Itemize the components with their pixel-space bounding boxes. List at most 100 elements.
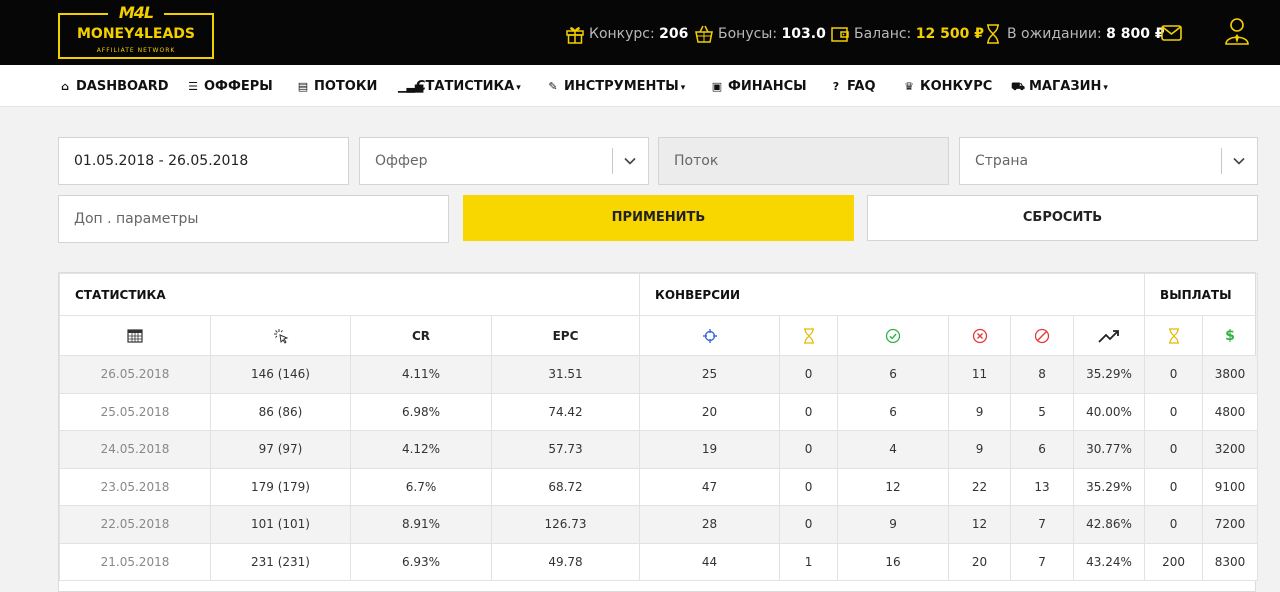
table-row[interactable]: 22.05.2018 101 (101) 8.91% 126.73 28 0 9 12 7 42.… bbox=[59, 505, 1259, 544]
cell-pending: 0 bbox=[779, 430, 839, 469]
column-payout-pending[interactable] bbox=[1144, 315, 1204, 356]
nav-item-label: ФИНАНСЫ bbox=[728, 79, 807, 94]
statistics-table-body: 26.05.2018 146 (146) 4.11% 31.51 25 0 6 11 8 35.2… bbox=[59, 355, 1259, 581]
nav-item-label: ИНСТРУМЕНТЫ bbox=[564, 79, 679, 94]
nav-item-label: КОНКУРС bbox=[920, 79, 993, 94]
column-clicks[interactable] bbox=[210, 315, 351, 356]
group-header-conversions: КОНВЕРСИИ bbox=[639, 273, 1146, 316]
cell-payout-total: 9100 bbox=[1202, 467, 1259, 506]
home-icon: ⌂ bbox=[61, 80, 69, 93]
cell-rejected: 11 bbox=[948, 355, 1012, 394]
column-cr[interactable]: CR bbox=[350, 315, 492, 356]
x-circle-icon bbox=[972, 328, 987, 343]
cell-clicks: 146 (146) bbox=[210, 355, 351, 394]
cell-date: 22.05.2018 bbox=[59, 505, 211, 544]
cell-total: 44 bbox=[639, 542, 781, 581]
click-icon bbox=[273, 328, 288, 344]
header-stat-value: 206 bbox=[659, 26, 689, 42]
table-row[interactable]: 25.05.2018 86 (86) 6.98% 74.42 20 0 6 9 5 40.00% 0… bbox=[59, 392, 1259, 431]
cell-payout-pending: 0 bbox=[1144, 355, 1204, 394]
reset-button[interactable]: СБРОСИТЬ bbox=[867, 195, 1258, 241]
column-approved[interactable] bbox=[837, 315, 950, 356]
nav-item-streams[interactable]: ▤ ПОТОКИ bbox=[296, 79, 378, 95]
nav-item-faq[interactable]: ? FAQ bbox=[829, 79, 876, 95]
wrench-icon: ✎ bbox=[548, 80, 558, 93]
nav-item-label: DASHBOARD bbox=[76, 79, 169, 94]
trend-up-icon bbox=[1098, 329, 1119, 343]
cell-epc: 74.42 bbox=[490, 392, 641, 431]
cell-trash: 8 bbox=[1010, 355, 1075, 394]
column-date[interactable] bbox=[59, 315, 211, 356]
stream-select[interactable]: Поток bbox=[658, 137, 949, 185]
cell-approve-rate: 40.00% bbox=[1073, 392, 1146, 431]
brand-logo[interactable]: M4L MONEY4LEADS AFFILIATE NETWORK bbox=[58, 3, 214, 59]
hourglass-icon bbox=[987, 24, 999, 44]
header-stat-bonuses[interactable]: Бонусы: 103.0 bbox=[694, 24, 826, 44]
cell-approved: 9 bbox=[837, 505, 950, 544]
nav-item-tools[interactable]: ✎ ИНСТРУМЕНТЫ ▾ bbox=[546, 79, 685, 95]
column-payout-total[interactable]: $ bbox=[1202, 315, 1259, 356]
cell-rejected: 20 bbox=[948, 542, 1012, 581]
cell-trash: 7 bbox=[1010, 542, 1075, 581]
cell-payout-total: 3200 bbox=[1202, 430, 1259, 469]
header-stat-label: Баланс: bbox=[854, 26, 912, 42]
header-stat-pending[interactable]: В ожидании: 8 800 ₽ bbox=[983, 24, 1165, 44]
cell-clicks: 86 (86) bbox=[210, 392, 351, 431]
table-row[interactable]: 23.05.2018 179 (179) 6.7% 68.72 47 0 12 22 13 35.… bbox=[59, 467, 1259, 506]
column-epc[interactable]: EPC bbox=[490, 315, 641, 356]
cell-clicks: 179 (179) bbox=[210, 467, 351, 506]
cell-payout-total: 8300 bbox=[1202, 542, 1259, 581]
cell-approve-rate: 43.24% bbox=[1073, 542, 1146, 581]
user-profile-icon[interactable] bbox=[1224, 17, 1250, 45]
main-nav: ⌂ DASHBOARD ☰ ОФФЕРЫ ▤ ПОТОКИ ▁▃▅СТАТИСТИКА… bbox=[0, 65, 1280, 107]
nav-item-contest[interactable]: ♛ КОНКУРС bbox=[902, 79, 992, 95]
header-stat-balance[interactable]: Баланс: 12 500 ₽ bbox=[830, 24, 984, 44]
cell-rejected: 9 bbox=[948, 392, 1012, 431]
cell-clicks: 101 (101) bbox=[210, 505, 351, 544]
cell-pending: 1 bbox=[779, 542, 839, 581]
cell-cr: 4.12% bbox=[350, 430, 492, 469]
cell-total: 28 bbox=[639, 505, 781, 544]
table-row[interactable]: 26.05.2018 146 (146) 4.11% 31.51 25 0 6 11 8 35.2… bbox=[59, 355, 1259, 394]
cell-trash: 7 bbox=[1010, 505, 1075, 544]
cell-approved: 4 bbox=[837, 430, 950, 469]
chevron-down-icon: ▾ bbox=[680, 83, 686, 93]
cell-payout-pending: 0 bbox=[1144, 430, 1204, 469]
cell-clicks: 97 (97) bbox=[210, 430, 351, 469]
cell-payout-total: 3800 bbox=[1202, 355, 1259, 394]
group-header-statistics: СТАТИСТИКА bbox=[58, 273, 641, 316]
table-row[interactable]: 21.05.2018 231 (231) 6.93% 49.78 44 1 16 20 7 43.… bbox=[59, 542, 1259, 581]
column-rejected[interactable] bbox=[948, 315, 1012, 356]
offer-select[interactable]: Оффер bbox=[359, 137, 649, 185]
column-approve-rate[interactable] bbox=[1073, 315, 1146, 356]
nav-item-finance[interactable]: ▣ ФИНАНСЫ bbox=[710, 79, 807, 95]
cell-approve-rate: 35.29% bbox=[1073, 355, 1146, 394]
cell-date: 25.05.2018 bbox=[59, 392, 211, 431]
header-stat-contest[interactable]: Конкурс: 206 bbox=[565, 24, 689, 44]
cell-approve-rate: 42.86% bbox=[1073, 505, 1146, 544]
cell-date: 23.05.2018 bbox=[59, 467, 211, 506]
date-range-input[interactable]: 01.05.2018 - 26.05.2018 bbox=[58, 137, 349, 185]
nav-item-shop[interactable]: ⛟ МАГАЗИН ▾ bbox=[1011, 79, 1108, 95]
apply-button[interactable]: ПРИМЕНИТЬ bbox=[463, 195, 854, 241]
country-select[interactable]: Страна bbox=[959, 137, 1258, 185]
nav-item-dashboard[interactable]: ⌂ DASHBOARD bbox=[58, 79, 169, 95]
cell-rejected: 22 bbox=[948, 467, 1012, 506]
group-header-payouts: ВЫПЛАТЫ bbox=[1144, 273, 1259, 316]
nav-item-statistics[interactable]: ▁▃▅СТАТИСТИКА ▾ bbox=[398, 79, 521, 95]
cell-approved: 12 bbox=[837, 467, 950, 506]
cart-icon: ⛟ bbox=[1011, 80, 1025, 93]
extra-params-input[interactable]: Доп . параметры bbox=[58, 195, 449, 243]
column-trash[interactable] bbox=[1010, 315, 1075, 356]
cell-cr: 6.93% bbox=[350, 542, 492, 581]
nav-item-offers[interactable]: ☰ ОФФЕРЫ bbox=[186, 79, 273, 95]
table-row[interactable]: 24.05.2018 97 (97) 4.12% 57.73 19 0 4 9 6 30.77% 0… bbox=[59, 430, 1259, 469]
envelope-icon[interactable] bbox=[1161, 24, 1182, 42]
column-pending[interactable] bbox=[779, 315, 839, 356]
chevron-down-icon bbox=[624, 157, 636, 165]
cell-epc: 31.51 bbox=[490, 355, 641, 394]
nav-item-label: ОФФЕРЫ bbox=[204, 79, 273, 94]
column-total-conversions[interactable] bbox=[639, 315, 781, 356]
cell-trash: 6 bbox=[1010, 430, 1075, 469]
nav-item-label: СТАТИСТИКА bbox=[416, 79, 515, 94]
